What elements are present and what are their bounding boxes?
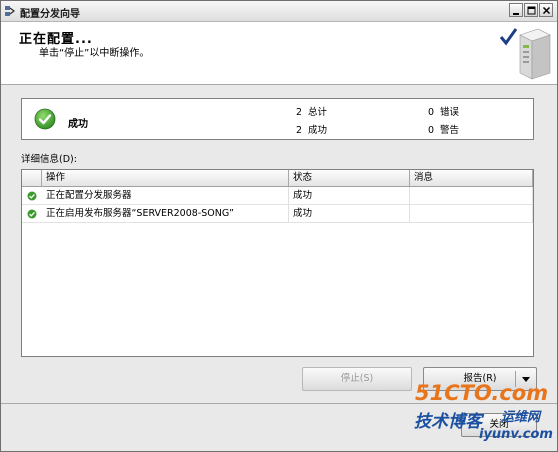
minimize-icon xyxy=(513,13,519,15)
stat-total-count: 2 xyxy=(295,107,302,118)
grid-header-icon-col xyxy=(22,170,42,186)
stat-total-label: 总计 xyxy=(308,107,328,118)
stat-success: 2 成功 xyxy=(288,122,327,136)
status-summary-box: 成功 2 总计 0 错误 2 成功 0 警告 xyxy=(21,98,534,140)
stat-errors: 0 错误 xyxy=(420,104,459,118)
row-success-icon xyxy=(27,191,37,201)
status-text: 成功 xyxy=(68,119,88,130)
wizard-app-icon xyxy=(5,6,15,16)
details-label: 详细信息(D): xyxy=(21,154,77,165)
window-title: 配置分发向导 xyxy=(20,9,80,20)
minimize-button[interactable] xyxy=(509,3,523,17)
stop-button[interactable]: 停止(S) xyxy=(302,367,412,391)
stat-warnings-count: 0 xyxy=(427,125,434,136)
watermark-tagline: 技术博客 xyxy=(414,412,482,432)
stat-total: 2 总计 xyxy=(288,104,327,118)
watermark-brand2: 运维网 xyxy=(501,410,541,425)
server-checkmark-icon xyxy=(499,28,551,80)
close-icon xyxy=(542,6,551,15)
wizard-header: 正在配置... 单击“停止”以中断操作。 xyxy=(1,22,557,85)
stat-errors-label: 错误 xyxy=(440,107,460,118)
row-success-icon xyxy=(27,209,37,219)
stat-warnings-label: 警告 xyxy=(440,125,460,136)
title-bar[interactable]: 配置分发向导 xyxy=(1,1,557,22)
row-message xyxy=(410,205,533,222)
watermark-brand: 51CTO.com xyxy=(415,381,549,405)
row-status: 成功 xyxy=(289,187,410,204)
grid-header: 操作 状态 消息 xyxy=(22,170,533,187)
maximize-icon xyxy=(527,6,536,15)
column-header-status[interactable]: 状态 xyxy=(289,170,410,186)
table-row[interactable]: 正在配置分发服务器 成功 xyxy=(22,187,533,205)
wizard-window: 配置分发向导 正在配置... 单击“停止”以中断操作。 成功 2 总计 0 错误… xyxy=(0,0,558,452)
page-subtitle: 单击“停止”以中断操作。 xyxy=(39,48,150,59)
stat-success-label: 成功 xyxy=(308,125,328,136)
details-grid[interactable]: 操作 状态 消息 正在配置分发服务器 成功 正在启用发布服务器“SERVER20… xyxy=(21,169,534,357)
stat-success-count: 2 xyxy=(295,125,302,136)
row-action: 正在配置分发服务器 xyxy=(42,187,289,204)
maximize-button[interactable] xyxy=(524,3,538,17)
success-check-icon xyxy=(34,108,56,130)
row-message xyxy=(410,187,533,204)
close-window-button[interactable] xyxy=(539,3,553,17)
stat-warnings: 0 警告 xyxy=(420,122,459,136)
watermark-url: iyunv.com xyxy=(479,427,553,442)
column-header-message[interactable]: 消息 xyxy=(410,170,533,186)
column-header-action[interactable]: 操作 xyxy=(42,170,289,186)
table-row[interactable]: 正在启用发布服务器“SERVER2008-SONG” 成功 xyxy=(22,205,533,223)
stat-errors-count: 0 xyxy=(427,107,434,118)
row-action: 正在启用发布服务器“SERVER2008-SONG” xyxy=(42,205,289,222)
row-status: 成功 xyxy=(289,205,410,222)
